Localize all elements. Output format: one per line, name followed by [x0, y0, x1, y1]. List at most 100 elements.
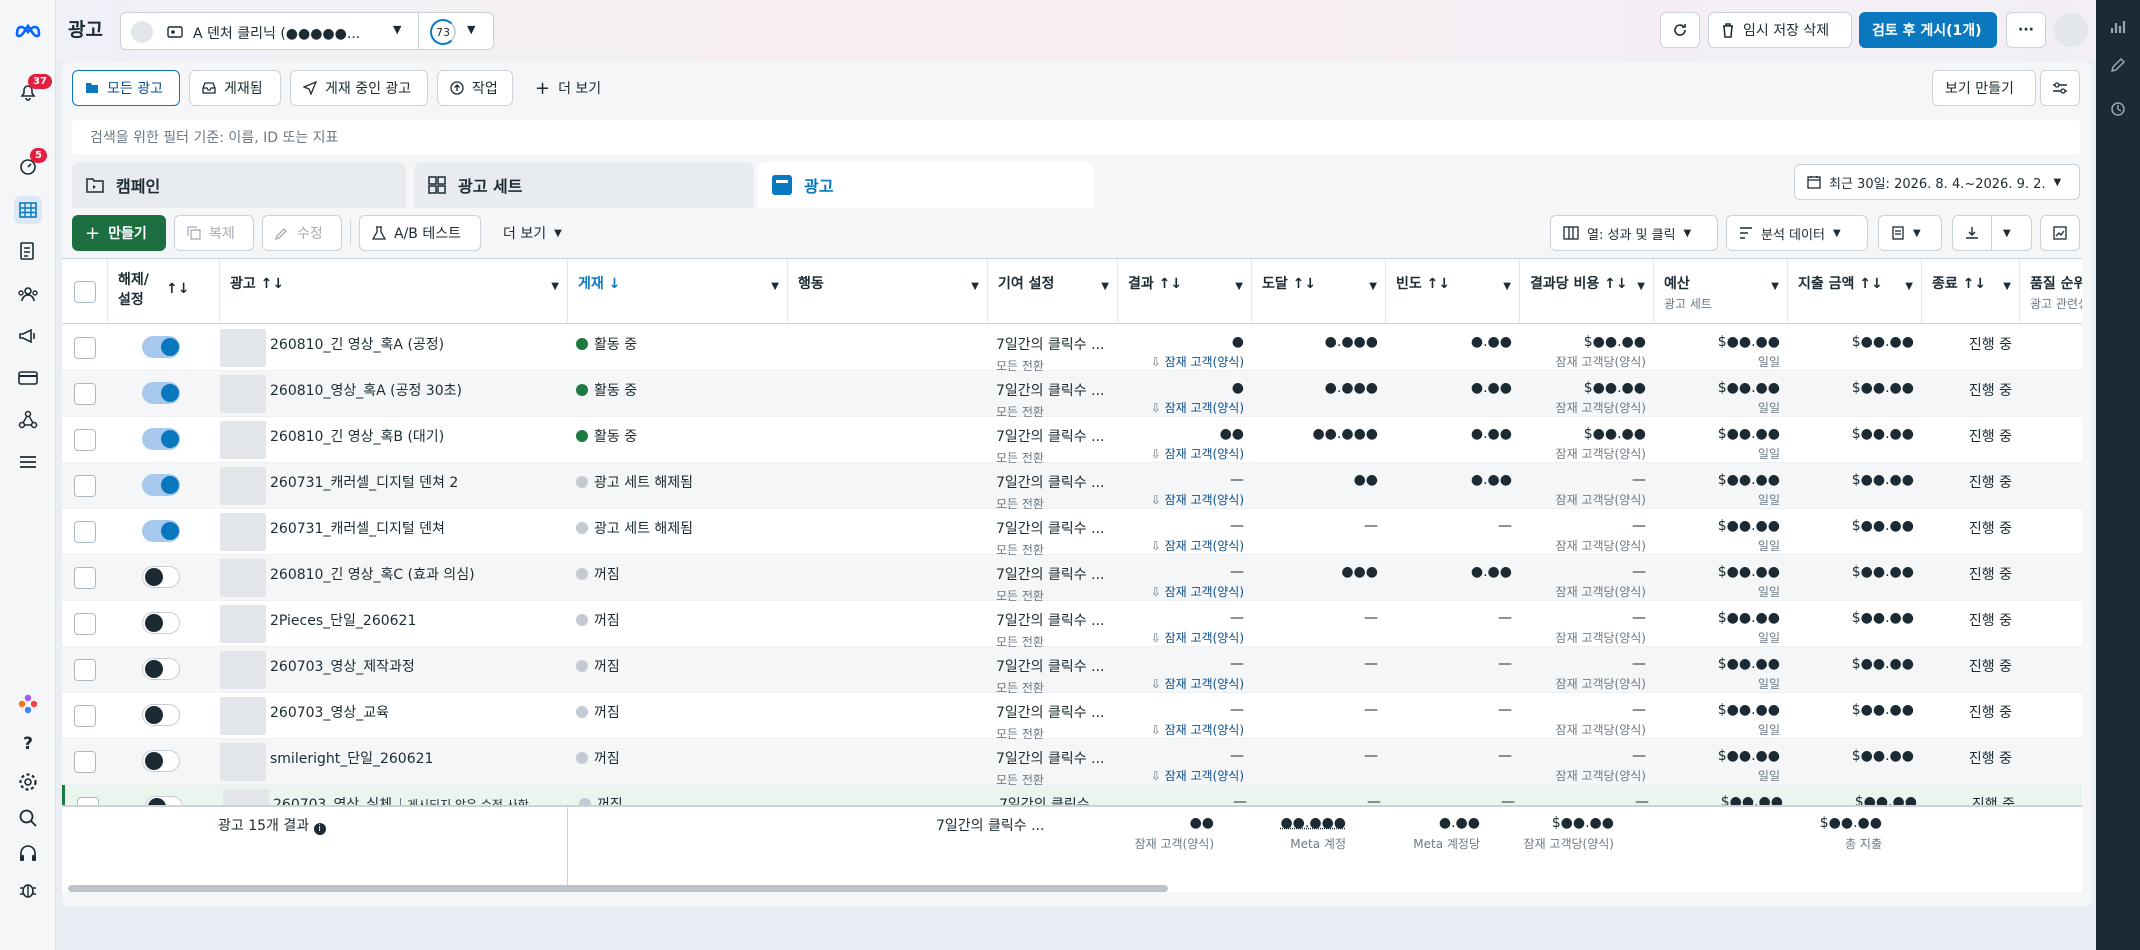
row-checkbox[interactable]: [74, 383, 96, 405]
column-header-ends[interactable]: 종료 ↑↓ ▼: [1922, 259, 2020, 324]
network-icon[interactable]: [14, 406, 42, 434]
tab-active-ads[interactable]: 게재 중인 광고: [290, 70, 428, 106]
tab-ad[interactable]: 광고: [758, 162, 1094, 208]
chevron-down-icon[interactable]: ▼: [551, 281, 559, 292]
refresh-button[interactable]: [1660, 12, 1700, 48]
pencil-icon[interactable]: [2107, 54, 2129, 76]
column-header-quality[interactable]: 품질 순위 ↑↓광고 관련성 ...▼: [2020, 259, 2082, 324]
headset-icon[interactable]: [14, 840, 42, 868]
column-header-reach[interactable]: 도달 ↑↓ ▼: [1252, 259, 1386, 324]
delivery-toggle[interactable]: [142, 612, 180, 634]
table-row[interactable]: 2Pieces_단일_260621 꺼짐 7일간의 클릭수 ... 모든 전환 — ⇩ 잠…: [62, 601, 2082, 647]
bug-icon[interactable]: [14, 876, 42, 904]
delivery-toggle[interactable]: [142, 566, 180, 588]
table-row[interactable]: 260731_캐러셀_디지털 덴쳐 광고 세트 해제됨 7일간의 클릭수 ... 모든…: [62, 509, 2082, 555]
table-row[interactable]: 260703_영상_제작과정 꺼짐 7일간의 클릭수 ... 모든 전환 — ⇩ 잠재 고…: [62, 647, 2082, 693]
ab-test-button[interactable]: A/B 테스트: [359, 215, 481, 251]
results-type-link[interactable]: ⇩ 잠재 고객(양식): [1126, 721, 1244, 738]
breakdown-dropdown[interactable]: 분석 데이터 ▼: [1726, 215, 1868, 251]
date-range-picker[interactable]: 최근 30일: 2026. 8. 4.~2026. 9. 2. ▼: [1794, 164, 2080, 200]
results-type-link[interactable]: ⇩ 잠재 고객(양식): [1126, 583, 1244, 600]
row-checkbox[interactable]: [74, 751, 96, 773]
results-type-link[interactable]: ⇩ 잠재 고객(양식): [1126, 767, 1244, 784]
ad-name[interactable]: 260810_영상_혹A (공정 30초): [270, 383, 462, 399]
ad-name[interactable]: 260731_캐러셀_디지털 덴쳐: [270, 521, 445, 537]
row-checkbox[interactable]: [74, 659, 96, 681]
gauge-icon[interactable]: 5: [14, 148, 47, 180]
avatar[interactable]: [2054, 13, 2088, 47]
chevron-down-icon[interactable]: ▼: [971, 281, 979, 292]
chevron-down-icon[interactable]: ▼: [1101, 281, 1109, 292]
ad-name[interactable]: smileright_단일_260621: [270, 751, 433, 767]
row-checkbox[interactable]: [74, 705, 96, 727]
tab-published[interactable]: 게재됨: [189, 70, 281, 106]
ad-name[interactable]: 2Pieces_단일_260621: [270, 613, 416, 629]
flower-icon[interactable]: [14, 690, 42, 718]
chart-icon[interactable]: [2107, 16, 2129, 38]
chevron-down-icon[interactable]: ▼: [2003, 281, 2011, 292]
ad-name[interactable]: 260731_캐러셀_디지털 덴쳐 2: [270, 475, 458, 491]
column-header-spent[interactable]: 지출 금액 ↑↓ ▼: [1788, 259, 1922, 324]
bell-icon[interactable]: 37: [14, 74, 52, 106]
table-row[interactable]: 260810_긴 영상_혹B (대기) 활동 중 7일간의 클릭수 ... 모든 전환…: [62, 417, 2082, 463]
ad-name[interactable]: 260703_영상_교육: [270, 705, 389, 721]
delivery-toggle[interactable]: [142, 428, 180, 450]
column-header-delivery[interactable]: 게재 ↓ ▼: [568, 259, 788, 324]
table-row[interactable]: 260810_긴 영상_혹C (효과 의심) 꺼짐 7일간의 클릭수 ... 모든 전…: [62, 555, 2082, 601]
search-input[interactable]: 검색을 위한 필터 기준: 이름, ID 또는 지표: [72, 120, 2080, 154]
results-type-link[interactable]: ⇩ 잠재 고객(양식): [1126, 399, 1244, 416]
table-row[interactable]: 260810_영상_혹A (공정 30초) 활동 중 7일간의 클릭수 ... 모든 …: [62, 371, 2082, 417]
more-actions-dropdown[interactable]: 더 보기 ▼: [490, 215, 576, 251]
row-checkbox[interactable]: [74, 567, 96, 589]
delivery-toggle[interactable]: [142, 750, 180, 772]
chevron-down-icon[interactable]: ▼: [467, 23, 475, 36]
chevron-down-icon[interactable]: ▼: [2003, 228, 2011, 239]
people-icon[interactable]: [14, 280, 42, 308]
chevron-down-icon[interactable]: ▼: [1771, 281, 1779, 292]
delivery-toggle[interactable]: [142, 658, 180, 680]
results-type-link[interactable]: ⇩ 잠재 고객(양식): [1126, 629, 1244, 646]
customize-button[interactable]: [2040, 70, 2080, 106]
column-header-attribution[interactable]: 기여 설정 ▼: [988, 259, 1118, 324]
row-checkbox[interactable]: [74, 521, 96, 543]
results-type-link[interactable]: ⇩ 잠재 고객(양식): [1126, 675, 1244, 692]
column-header-action[interactable]: 행동 ▼: [788, 259, 988, 324]
delivery-toggle[interactable]: [142, 520, 180, 542]
info-icon[interactable]: i: [313, 823, 326, 835]
chevron-down-icon[interactable]: ▼: [771, 281, 779, 292]
card-icon[interactable]: [14, 364, 42, 392]
table-row[interactable]: smileright_단일_260621 꺼짐 7일간의 클릭수 ... 모든 전환 —…: [62, 739, 2082, 785]
row-checkbox[interactable]: [74, 613, 96, 635]
history-icon[interactable]: [2107, 98, 2129, 120]
help-icon[interactable]: ?: [14, 730, 42, 758]
chevron-down-icon[interactable]: ▼: [1369, 281, 1377, 292]
sort-icon[interactable]: ↑↓: [166, 281, 189, 297]
chevron-down-icon[interactable]: ▼: [1637, 281, 1645, 292]
table-icon[interactable]: [14, 196, 42, 224]
column-header-results[interactable]: 결과 ↑↓ ▼: [1118, 259, 1252, 324]
column-header-budget[interactable]: 예산 광고 세트 ▼: [1654, 259, 1788, 324]
column-header-toggle[interactable]: 해제/설정 ↑↓: [108, 259, 220, 324]
chevron-down-icon[interactable]: ▼: [1905, 281, 1913, 292]
account-selector[interactable]: A 덴처 클리닉 (●●●●●... ▼ 73 ▼: [120, 12, 494, 50]
table-row[interactable]: 260703_영상_교육 꺼짐 7일간의 클릭수 ... 모든 전환 — ⇩ 잠재 고객(…: [62, 693, 2082, 739]
table-row[interactable]: 260810_긴 영상_혹A (공정) 활동 중 7일간의 클릭수 ... 모든 전환…: [62, 325, 2082, 371]
tab-actions[interactable]: 작업: [437, 70, 513, 106]
delivery-toggle[interactable]: [142, 382, 180, 404]
ad-name[interactable]: 260810_긴 영상_혹A (공정): [270, 337, 444, 353]
gear-icon[interactable]: [14, 768, 42, 796]
tab-adset[interactable]: 광고 세트: [414, 162, 754, 208]
ad-name[interactable]: 260810_긴 영상_혹C (효과 의심): [270, 567, 475, 583]
search-icon[interactable]: [14, 804, 42, 832]
review-publish-button[interactable]: 검토 후 게시(1개): [1859, 12, 1997, 48]
edit-button[interactable]: 수정: [262, 215, 342, 251]
megaphone-icon[interactable]: [14, 322, 42, 350]
create-view-button[interactable]: 보기 만들기: [1932, 70, 2036, 106]
export-button[interactable]: ▼: [1952, 215, 2032, 251]
menu-icon[interactable]: [14, 448, 42, 476]
tab-campaign[interactable]: 캠페인: [72, 162, 406, 208]
horizontal-scrollbar[interactable]: [68, 885, 1168, 892]
tab-all-ads[interactable]: 모든 광고: [72, 70, 180, 106]
row-checkbox[interactable]: [74, 429, 96, 451]
results-type-link[interactable]: ⇩ 잠재 고객(양식): [1126, 537, 1244, 554]
